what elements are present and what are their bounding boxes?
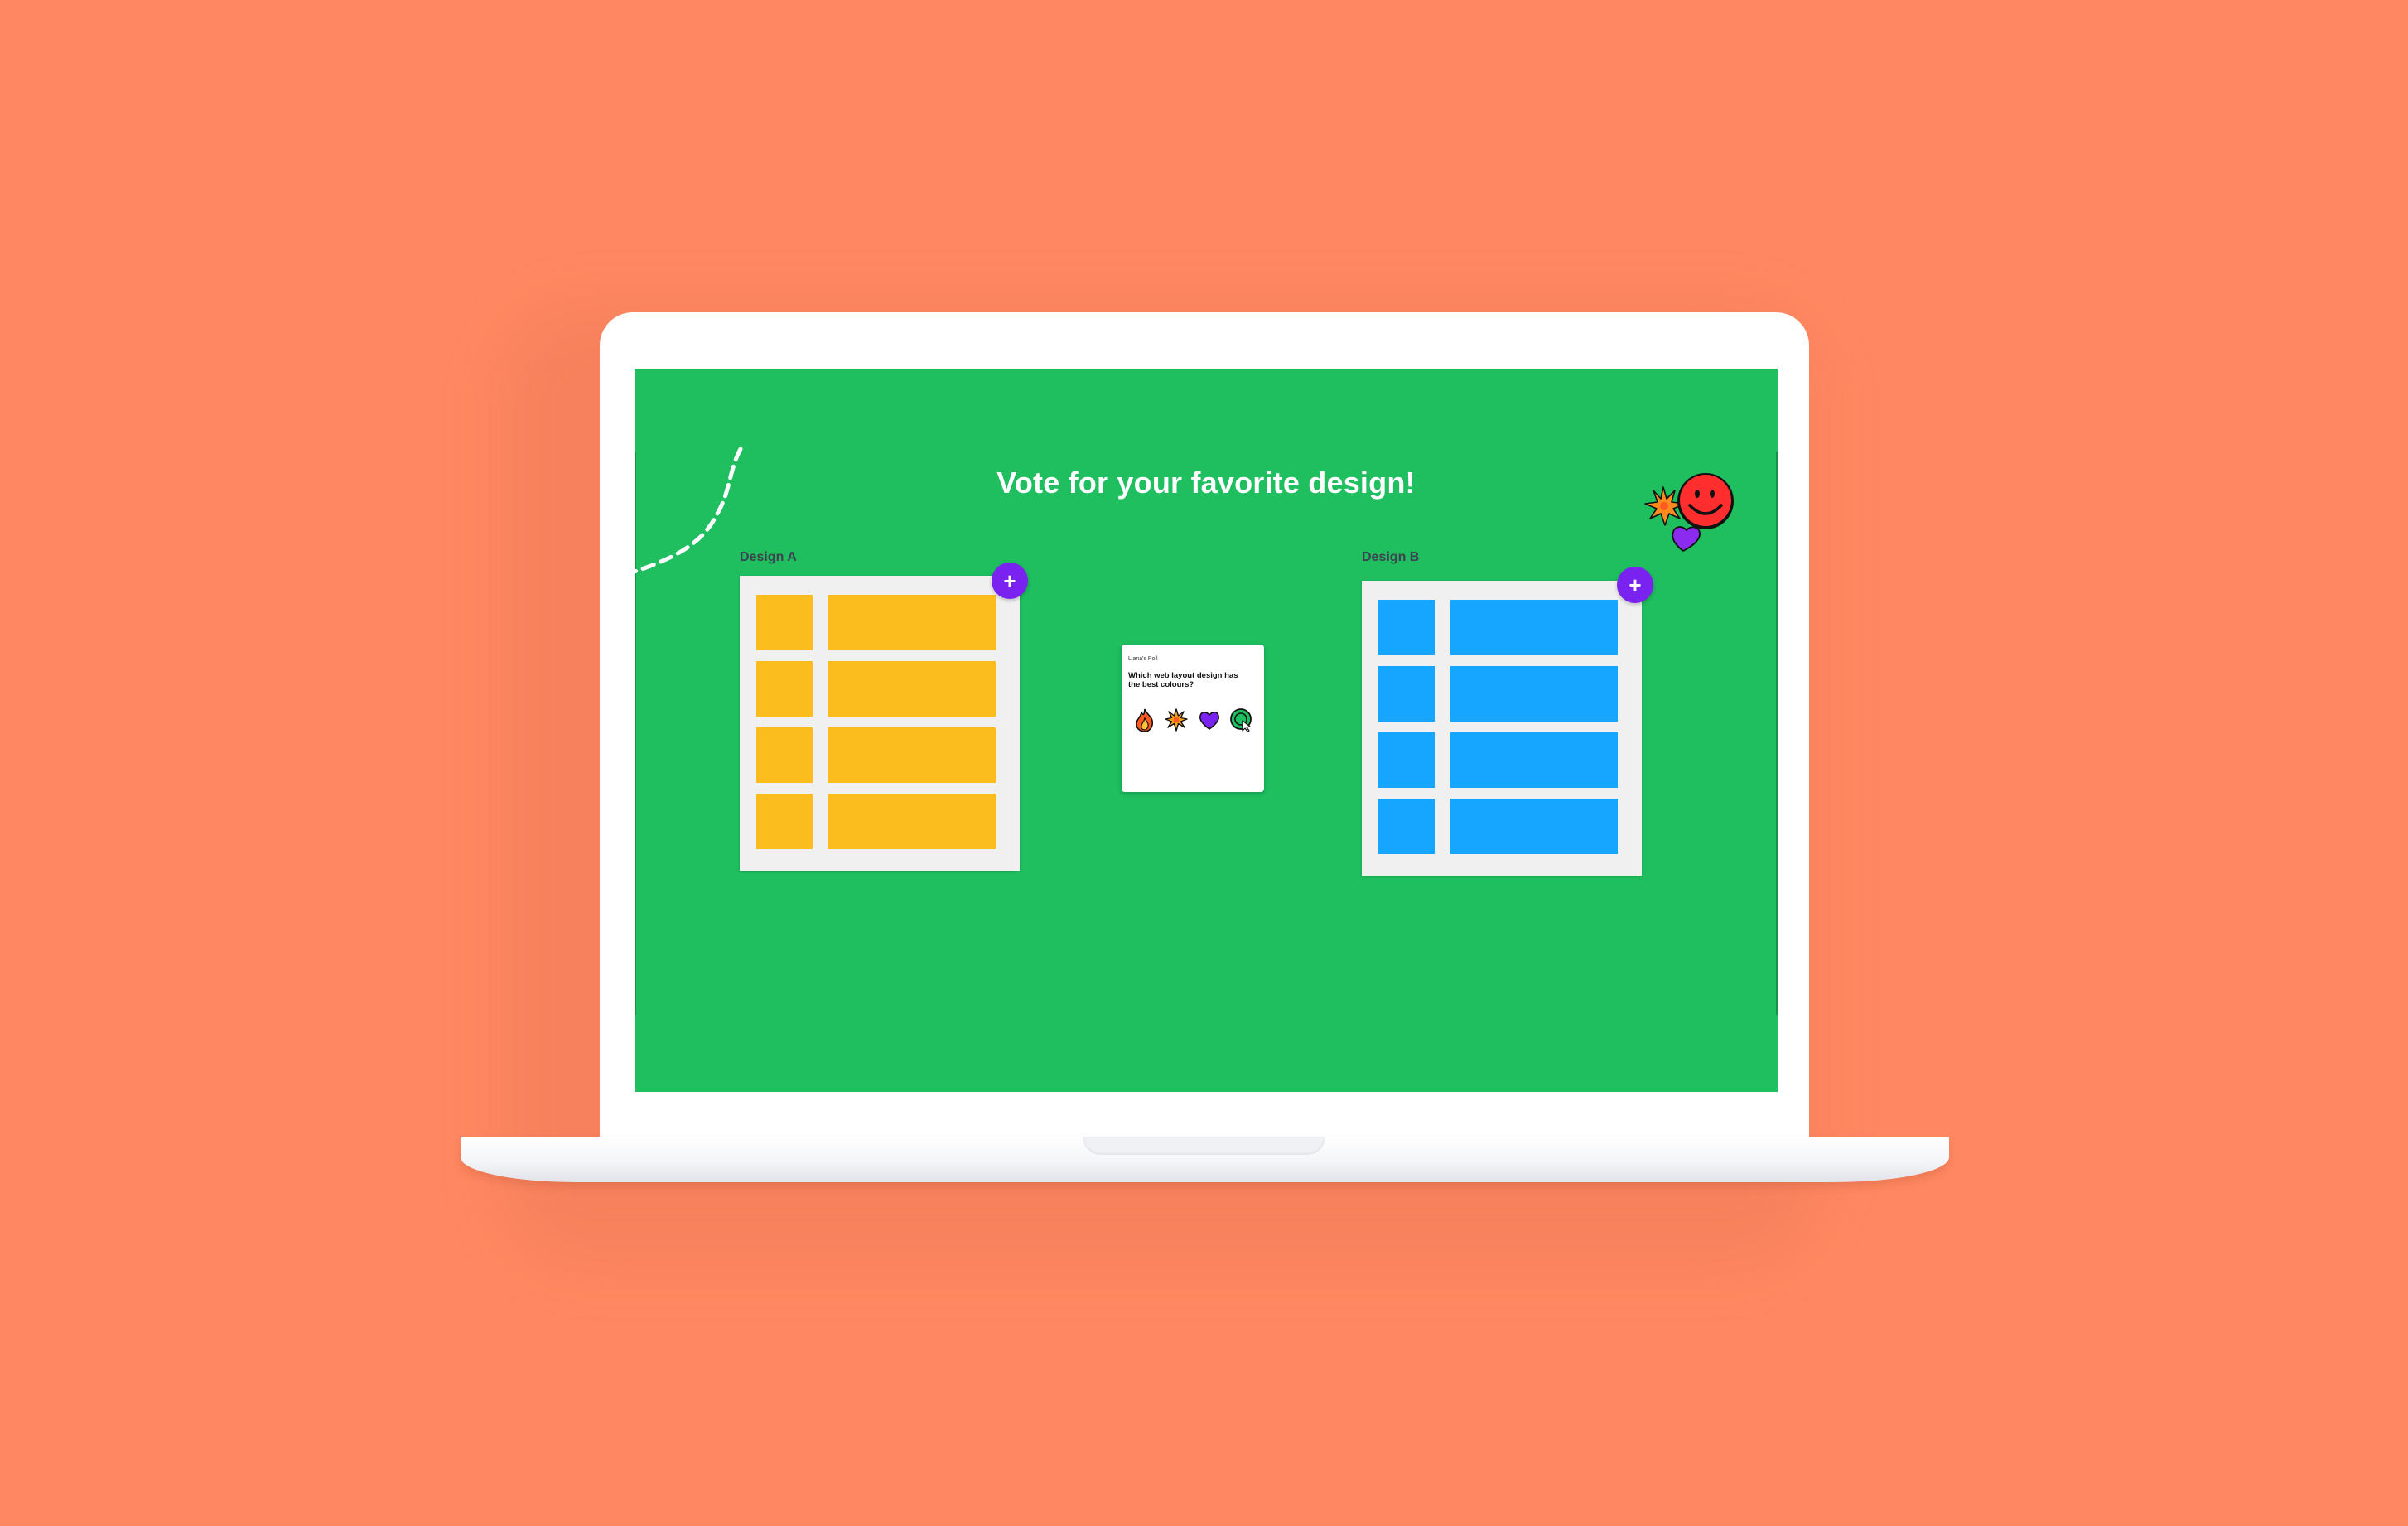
whiteboard-canvas[interactable]: Vote for your favorite design! Design A …	[635, 369, 1778, 1092]
add-reaction-icon[interactable]	[1229, 707, 1252, 732]
design-b-cell	[1450, 666, 1618, 722]
design-b-add-button[interactable]: +	[1617, 567, 1653, 603]
poll-card[interactable]: Liana's Poll Which web layout design has…	[1122, 645, 1264, 792]
heart-icon[interactable]	[1198, 707, 1221, 732]
design-a-cell	[756, 595, 813, 650]
fire-icon[interactable]	[1133, 707, 1156, 732]
design-a-cell	[756, 661, 813, 717]
board-title: Vote for your favorite design!	[996, 466, 1416, 500]
poll-question: Which web layout design has the best col…	[1128, 671, 1238, 689]
design-a-cell	[828, 794, 996, 849]
sticker-cluster[interactable]	[1637, 471, 1743, 553]
design-b-cell	[1450, 799, 1618, 854]
design-b-cell	[1450, 732, 1618, 788]
design-a-label: Design A	[740, 550, 797, 564]
explosion-icon[interactable]	[1165, 707, 1188, 732]
laptop-notch	[1083, 1137, 1325, 1155]
design-a-frame[interactable]	[740, 576, 1020, 871]
design-b-cell	[1378, 799, 1435, 854]
design-b-frame[interactable]	[1362, 581, 1642, 876]
heart-sticker	[1672, 526, 1701, 553]
design-a-cell	[828, 661, 996, 717]
design-b-cell	[1450, 600, 1618, 655]
design-a-cell	[756, 794, 813, 849]
page: Vote for your favorite design! Design A …	[0, 0, 2408, 1526]
design-a-cell	[756, 727, 813, 783]
canvas-right-edge	[1776, 452, 1778, 1015]
design-a-add-button[interactable]: +	[992, 563, 1028, 599]
design-a-cell	[828, 595, 996, 650]
design-b-cell	[1378, 666, 1435, 722]
design-b-label: Design B	[1362, 550, 1420, 564]
smiley-sticker	[1677, 473, 1734, 529]
poll-author: Liana's Poll	[1128, 656, 1158, 662]
design-b-cell	[1378, 732, 1435, 788]
design-a-cell	[828, 727, 996, 783]
design-b-cell	[1378, 600, 1435, 655]
